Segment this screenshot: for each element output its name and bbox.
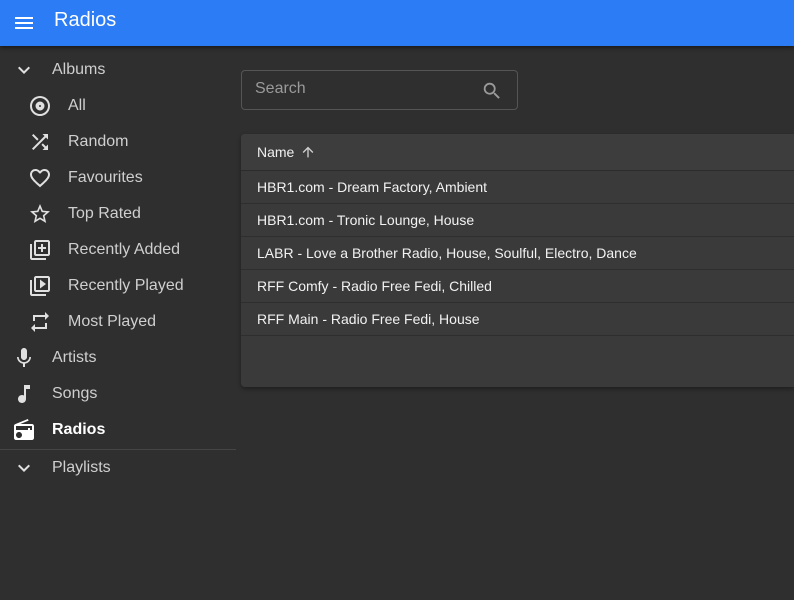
chevron-down-icon [12,58,36,82]
row-name: LABR - Love a Brother Radio, House, Soul… [257,245,637,261]
sidebar-item-label: All [68,97,86,114]
sidebar-item-label: Random [68,133,129,150]
search-input[interactable] [255,79,475,99]
sidebar-item-songs[interactable]: Songs [0,376,236,412]
sidebar-item-label: Playlists [52,459,111,476]
sidebar-item-playlists[interactable]: Playlists [0,450,236,486]
app-bar: Radios [0,0,794,46]
menu-icon[interactable] [12,11,36,35]
radio-icon [12,418,36,442]
sidebar-item-recently-added[interactable]: Recently Added [0,232,236,268]
repeat-icon [28,310,52,334]
row-name: RFF Main - Radio Free Fedi, House [257,311,480,327]
search-icon[interactable] [481,80,503,102]
sidebar-item-label: Favourites [68,169,143,186]
search-box [241,70,518,110]
sidebar-item-artists[interactable]: Artists [0,340,236,376]
heart-icon [28,166,52,190]
table-row[interactable]: LABR - Love a Brother Radio, House, Soul… [241,237,794,270]
sidebar-item-label: Songs [52,385,98,402]
sidebar-item-radios[interactable]: Radios [0,412,236,448]
microphone-icon [12,346,36,370]
row-name: HBR1.com - Tronic Lounge, House [257,212,475,228]
arrow-up-icon [294,144,316,160]
radio-table: Name HBR1.com - Dream Factory, Ambient H… [241,134,794,387]
column-header-name[interactable]: Name [257,143,316,161]
chevron-down-icon [12,456,36,480]
sidebar-item-label: Radios [52,421,106,438]
album-icon [28,94,52,118]
table-row[interactable]: RFF Main - Radio Free Fedi, House [241,303,794,336]
sidebar-item-label: Most Played [68,313,157,330]
table-header: Name [241,134,794,171]
page-title: Radios [54,9,117,31]
library-play-icon [28,274,52,298]
shuffle-icon [28,130,52,154]
sidebar-item-label: Recently Played [68,277,184,294]
sidebar-item-all[interactable]: All [0,88,236,124]
star-icon [28,202,52,226]
sidebar-item-label: Top Rated [68,205,141,222]
column-header-label: Name [257,144,295,160]
row-name: HBR1.com - Dream Factory, Ambient [257,179,488,195]
sidebar-item-label: Albums [52,61,106,78]
sidebar-item-label: Recently Added [68,241,181,258]
sidebar-item-random[interactable]: Random [0,124,236,160]
library-add-icon [28,238,52,262]
table-row[interactable]: HBR1.com - Dream Factory, Ambient [241,171,794,204]
music-note-icon [12,382,36,406]
sidebar-item-recently-played[interactable]: Recently Played [0,268,236,304]
sidebar-item-albums[interactable]: Albums [0,52,236,88]
table-row[interactable]: HBR1.com - Tronic Lounge, House [241,204,794,237]
sidebar-item-top-rated[interactable]: Top Rated [0,196,236,232]
sidebar-item-label: Artists [52,349,97,366]
table-row[interactable]: RFF Comfy - Radio Free Fedi, Chilled [241,270,794,303]
sidebar-item-favourites[interactable]: Favourites [0,160,236,196]
sidebar-item-most-played[interactable]: Most Played [0,304,236,340]
sidebar: Albums All Random Favourites Top Rated R… [0,52,236,486]
row-name: RFF Comfy - Radio Free Fedi, Chilled [257,278,492,294]
